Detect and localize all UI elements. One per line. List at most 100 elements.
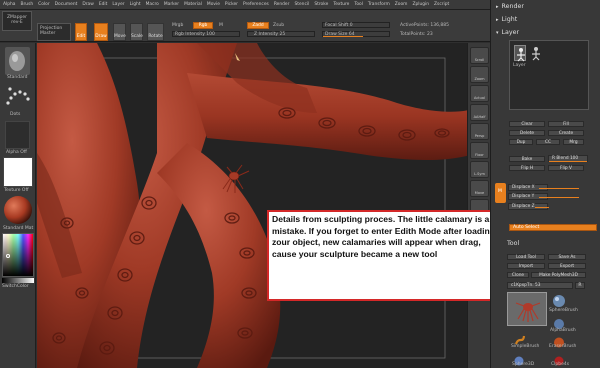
menu-marker[interactable]: Marker <box>164 2 179 7</box>
menu-macro[interactable]: Macro <box>146 2 159 7</box>
delete-button[interactable]: Delete <box>509 130 545 136</box>
move-button[interactable]: Move <box>113 23 126 41</box>
load-tool-button[interactable]: Load Tool <box>507 254 545 260</box>
menu-preferences[interactable]: Preferences <box>243 2 269 7</box>
focal-shift-slider[interactable]: Focal Shift 0 <box>322 22 390 28</box>
color-picker[interactable] <box>2 233 34 277</box>
displace-z-label: Displace Z <box>512 204 535 209</box>
menu-draw[interactable]: Draw <box>82 2 93 7</box>
dup-button[interactable]: Dup <box>509 139 533 145</box>
shelf-floor-button[interactable]: Floor <box>470 142 489 159</box>
menu-movie[interactable]: Movie <box>207 2 220 7</box>
layer-figure-2-icon <box>532 47 540 61</box>
zsub-toggle[interactable]: Zsub <box>273 23 284 28</box>
standard-brush-thumb[interactable] <box>5 47 30 75</box>
rotate-label: Rotate <box>148 34 163 39</box>
flip-v-button[interactable]: Flip V <box>548 165 584 171</box>
canvas-viewport[interactable] <box>37 43 467 368</box>
rgb-intensity-slider[interactable]: Rgb Intensity 100 <box>172 31 240 37</box>
menu-render[interactable]: Render <box>274 2 290 7</box>
mrg-button[interactable]: Mrg <box>563 139 584 145</box>
light-menu[interactable]: ▸ Light <box>496 16 517 23</box>
r-blend-fill <box>549 161 587 162</box>
tool-r-button[interactable]: R <box>575 282 585 289</box>
layer-thumb-2[interactable] <box>530 45 542 61</box>
menu-stroke[interactable]: Stroke <box>314 2 328 7</box>
alpha-thumb[interactable] <box>5 121 30 149</box>
menu-transform[interactable]: Transform <box>368 2 390 7</box>
menu-picker[interactable]: Picker <box>225 2 238 7</box>
menu-zoom[interactable]: Zoom <box>395 2 408 7</box>
draw-size-slider[interactable]: Draw Size 64 <box>322 31 390 37</box>
menu-alpha[interactable]: Alpha <box>3 2 15 7</box>
edit-button[interactable]: Edit <box>75 23 87 41</box>
clear-button[interactable]: Clear <box>509 121 545 127</box>
auto-select-toggle[interactable]: Auto Select <box>509 224 597 231</box>
shelf-zoom-button[interactable]: Zoom <box>470 66 489 83</box>
projection-master-button[interactable]: Projection Master <box>37 23 71 41</box>
draw-button[interactable]: Draw <box>94 23 108 41</box>
simple-brush-thumb[interactable] <box>513 331 527 345</box>
zmapper-button[interactable]: ZMapper rev-E <box>2 11 32 31</box>
tool-menu[interactable]: Tool <box>507 240 519 247</box>
clpbe4s-label: Clpbe4s <box>551 362 570 367</box>
shelf-scroll-button[interactable]: Scroll <box>470 47 489 64</box>
displace-lock-button[interactable]: M <box>495 183 506 203</box>
menu-light[interactable]: Light <box>130 2 141 7</box>
rgb-toggle[interactable]: Rgb <box>193 22 213 29</box>
shelf-move-button[interactable]: Move <box>470 180 489 197</box>
m-toggle[interactable]: M <box>219 23 223 28</box>
layer-thumb[interactable] <box>514 45 526 62</box>
flip-h-button[interactable]: Flip H <box>509 165 545 171</box>
sphere3d-thumb[interactable] <box>513 351 525 366</box>
bake-button[interactable]: Bake <box>509 156 545 162</box>
menu-stencil[interactable]: Stencil <box>294 2 309 7</box>
alpha-brush-thumb[interactable] <box>552 315 566 329</box>
edit-label: Edit <box>76 34 86 39</box>
rotate-button[interactable]: Rotate <box>147 23 164 41</box>
r-blend-slider[interactable]: R Blend 100 <box>548 155 588 162</box>
fill-button[interactable]: Fill <box>548 121 584 127</box>
export-button[interactable]: Export <box>548 263 586 269</box>
shelf-aahalf-label: AAHalf <box>473 115 486 119</box>
scale-button[interactable]: Scale <box>130 23 143 41</box>
zadd-toggle[interactable]: Zadd <box>247 22 269 29</box>
tool-name-field[interactable]: c1KpxpTn. 53 <box>507 282 573 289</box>
make-polymesh-button[interactable]: Make PolyMesh3D <box>531 272 586 278</box>
sphere-brush-thumb[interactable] <box>552 293 566 307</box>
layer-menu[interactable]: ▾ Layer <box>496 29 519 36</box>
menu-edit[interactable]: Edit <box>99 2 108 7</box>
layer-list[interactable]: Layer <box>509 40 589 110</box>
mrgb-toggle[interactable]: Mrgb <box>172 23 183 28</box>
menu-document[interactable]: Document <box>55 2 78 7</box>
texture-thumb[interactable] <box>3 157 33 187</box>
menu-texture[interactable]: Texture <box>333 2 349 7</box>
zbrush-window: Alpha Brush Color Document Draw Edit Layer Ligh… <box>0 0 600 368</box>
menu-brush[interactable]: Brush <box>20 2 33 7</box>
light-icon: ▸ <box>496 16 499 23</box>
gradient-strip[interactable] <box>2 278 34 283</box>
menu-material[interactable]: Material <box>184 2 202 7</box>
z-intensity-slider[interactable]: Z Intensity 25 <box>247 31 315 37</box>
cc-button[interactable]: CC <box>536 139 560 145</box>
material-thumb[interactable] <box>3 195 33 225</box>
active-tool-thumb[interactable] <box>507 292 547 326</box>
menu-zscript[interactable]: Zscript <box>434 2 449 7</box>
switch-color-button[interactable]: SwitchColor <box>2 284 29 289</box>
import-button[interactable]: Import <box>507 263 545 269</box>
shelf-persp-button[interactable]: Persp <box>470 123 489 140</box>
create-button[interactable]: Create <box>548 130 584 136</box>
clpbe4s-thumb[interactable] <box>553 351 565 366</box>
menu-color[interactable]: Color <box>38 2 49 7</box>
menu-zplugin[interactable]: Zplugin <box>412 2 429 7</box>
shelf-lsym-button[interactable]: L.Sym <box>470 161 489 178</box>
shelf-actual-button[interactable]: Actual <box>470 85 489 102</box>
save-as-button[interactable]: Save As <box>548 254 586 260</box>
eraser-brush-thumb[interactable] <box>553 333 565 348</box>
render-menu[interactable]: ▸ Render <box>496 3 524 10</box>
menu-tool[interactable]: Tool <box>354 2 363 7</box>
dots-stroke-thumb[interactable] <box>4 83 31 111</box>
shelf-aahalf-button[interactable]: AAHalf <box>470 104 489 121</box>
menu-layer[interactable]: Layer <box>112 2 124 7</box>
clone-button[interactable]: Clone <box>507 272 529 278</box>
